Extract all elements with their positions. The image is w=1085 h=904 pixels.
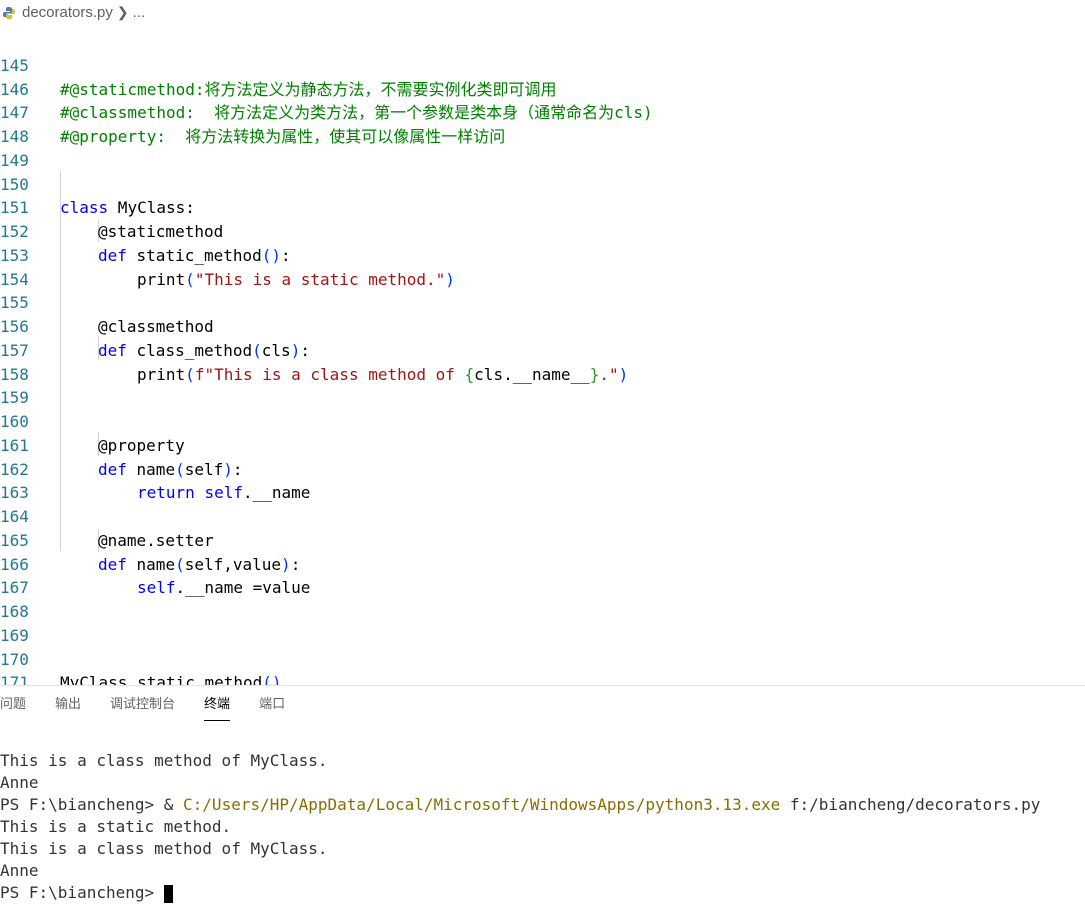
code-line: 151 @staticmethod [0, 173, 1085, 241]
code-line: 160 @property [0, 386, 1085, 455]
terminal-output[interactable]: This is a class method of MyClass. Anne … [0, 750, 1085, 904]
code-line: 156 def class_method(cls): [0, 291, 1085, 360]
code-line: 147 #@property: 将方法转换为属性，使其可以像属性一样访问 [0, 78, 1085, 146]
code-line: 161 def name(self): [0, 410, 1085, 479]
terminal-line: This is a class method of MyClass. [0, 751, 328, 770]
code-editor[interactable]: 145 #@staticmethod:将方法定义为静态方法，不需要实例化类即可调… [0, 30, 1085, 686]
terminal-line: Anne [0, 773, 39, 792]
code-line: 166 self.__name =value [0, 529, 1085, 598]
breadcrumb-more[interactable]: ... [133, 4, 146, 21]
code-line: 159 [0, 363, 1085, 407]
code-line: 172 [0, 671, 1085, 686]
terminal-line: This is a class method of MyClass. [0, 839, 328, 858]
code-line: 158 [0, 339, 1085, 384]
terminal-prompt-line: PS F:\biancheng> [0, 882, 1085, 904]
terminal-command-line: PS F:\biancheng> & C:/Users/HP/AppData/L… [0, 794, 1085, 816]
terminal-prompt: PS F:\biancheng> [0, 883, 164, 902]
tab-ports[interactable]: 端口 [259, 693, 285, 721]
exe-path: C:/Users/HP/AppData/Local/Microsoft/Wind… [183, 795, 781, 814]
tab-problems[interactable]: 问题 [0, 693, 26, 721]
breadcrumb: decorators.py ❯ ... [0, 0, 1085, 25]
breadcrumb-file[interactable]: decorators.py [22, 4, 113, 21]
code-line: 157 print(f"This is a class method of {c… [0, 315, 1085, 384]
tab-debug-console[interactable]: 调试控制台 [110, 693, 175, 721]
script-arg: f:/biancheng/decorators.py [780, 795, 1041, 814]
code-line: 153 print("This is a static method.") [0, 220, 1085, 289]
code-line: 170 MyClass.static_method() [0, 624, 1085, 687]
code-line: 171 MyClass.class_method() [0, 648, 1085, 686]
code-line: 148 [0, 101, 1085, 146]
code-line: 163 [0, 458, 1085, 502]
terminal-line: Anne [0, 861, 39, 880]
code-line: 167 [0, 553, 1085, 597]
code-line: 154 [0, 244, 1085, 289]
chevron-right-icon: ❯ [116, 4, 129, 20]
code-line: 165 def name(self,value): [0, 505, 1085, 574]
panel-tabs: 问题 输出 调试控制台 终端 端口 [0, 693, 314, 721]
terminal-line: This is a static method. [0, 817, 232, 836]
code-line: 164 @name.setter [0, 481, 1085, 550]
panel-divider [0, 685, 1085, 686]
code-line: 150 class MyClass: [0, 149, 1085, 218]
code-line: 149 [0, 125, 1085, 170]
code-line: 146 #@classmethod: 将方法定义为类方法，第一个参数是类本身（通… [0, 54, 1085, 123]
terminal-cursor [163, 884, 173, 903]
code-line: 168 [0, 576, 1085, 621]
python-file-icon [2, 6, 16, 20]
code-line: 152 def static_method(): [0, 196, 1085, 265]
code-line: 162 return self.__name [0, 434, 1085, 503]
tab-terminal[interactable]: 终端 [204, 693, 231, 721]
code-line: 155 @classmethod [0, 268, 1085, 336]
code-line: 169 [0, 600, 1085, 645]
code-line: 145 #@staticmethod:将方法定义为静态方法，不需要实例化类即可调… [0, 30, 1085, 99]
tab-output[interactable]: 输出 [55, 693, 81, 721]
terminal-prompt: PS F:\biancheng> & [0, 795, 184, 814]
